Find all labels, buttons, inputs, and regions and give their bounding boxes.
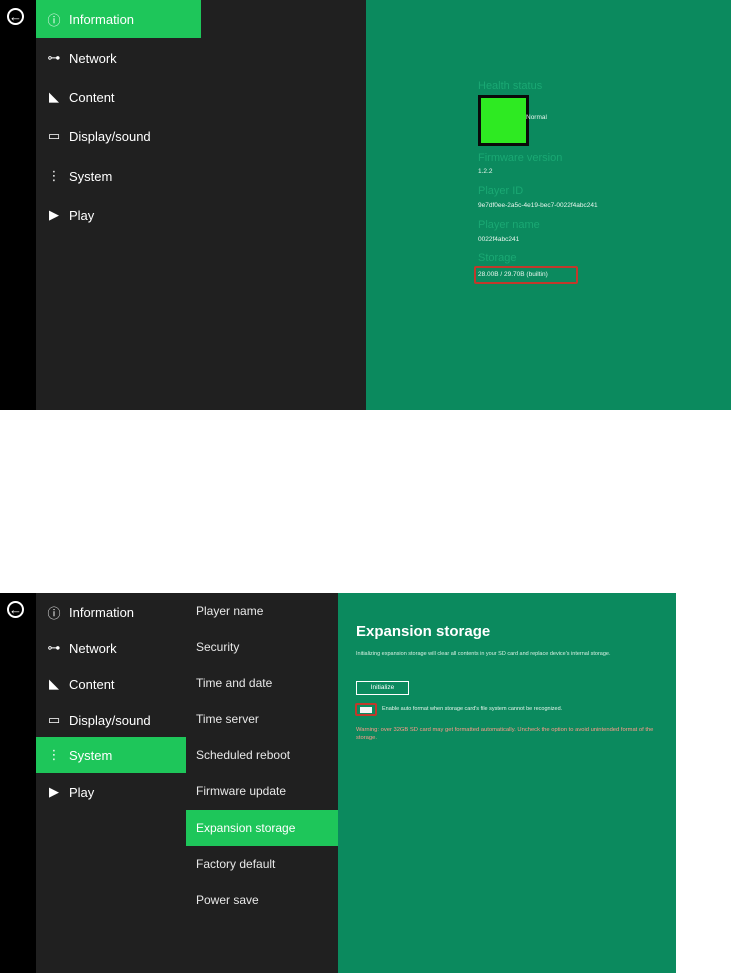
play-icon: ▶ (49, 784, 59, 799)
panel-title: Expansion storage (356, 623, 491, 640)
storage-value: 28.00B / 29.70B (builtin) (478, 271, 548, 278)
information-screen: ← ⓘ Information ⊶ Network ◣ Content ▭ Di… (0, 0, 731, 410)
menu-item-label: Content (69, 89, 115, 105)
system-submenu: Player name Security Time and date Time … (186, 593, 338, 973)
information-panel: Health status Normal Firmware version 1.… (366, 0, 731, 410)
submenu-item-expansion-storage[interactable]: Expansion storage (186, 810, 338, 846)
network-icon: ⊶ (47, 50, 61, 65)
submenu-item-scheduled-reboot[interactable]: Scheduled reboot (186, 737, 338, 773)
submenu-item-time-and-date[interactable]: Time and date (186, 665, 338, 701)
menu-item-label: System (69, 168, 113, 184)
back-arrow-icon[interactable]: ← (7, 601, 24, 618)
content-icon: ◣ (49, 89, 59, 104)
play-icon: ▶ (49, 207, 59, 222)
system-icon: ⋮ (47, 747, 61, 762)
back-bar: ← (0, 593, 36, 973)
menu-item-label: Information (69, 11, 135, 27)
info-icon: ⓘ (47, 605, 61, 621)
menu-item-content[interactable]: ◣ Content (36, 665, 201, 703)
expansion-description: Initializing expansion storage will clea… (356, 651, 611, 657)
back-arrow-icon[interactable]: ← (7, 8, 24, 25)
menu-item-display-sound[interactable]: ▭ Display/sound (36, 701, 201, 739)
health-status-value: Normal (526, 114, 547, 121)
menu-item-label: System (69, 747, 113, 763)
initialize-button[interactable]: Initialize (356, 681, 409, 695)
menu-item-content[interactable]: ◣ Content (36, 78, 201, 116)
submenu-item-power-save[interactable]: Power save (186, 882, 338, 918)
player-id-value: 9e7df0ee-2a5c-4e19-bec7-0022f4abc241 (478, 202, 598, 209)
display-icon: ▭ (47, 712, 61, 727)
menu-item-label: Network (69, 50, 117, 66)
display-icon: ▭ (47, 128, 61, 143)
menu-item-label: Play (69, 784, 95, 800)
menu-item-label: Information (69, 604, 135, 620)
menu-item-label: Play (69, 207, 95, 223)
submenu-item-firmware-update[interactable]: Firmware update (186, 773, 338, 809)
firmware-version-value: 1.2.2 (478, 168, 493, 175)
auto-format-toggle-label: Enable auto format when storage card's f… (382, 706, 563, 712)
menu-item-label: Display/sound (69, 712, 151, 728)
format-warning: Warning: over 32GB SD card may get forma… (356, 727, 654, 741)
menu-item-label: Display/sound (69, 128, 151, 144)
network-icon: ⊶ (47, 640, 61, 655)
menu-item-network[interactable]: ⊶ Network (36, 629, 201, 667)
menu-item-information[interactable]: ⓘ Information (36, 593, 201, 631)
menu-item-system[interactable]: ⋮ System (36, 157, 201, 195)
health-status-heading: Health status (478, 80, 543, 92)
menu-item-system[interactable]: ⋮ System (36, 737, 186, 773)
info-icon: ⓘ (47, 12, 61, 28)
submenu-item-player-name[interactable]: Player name (186, 593, 338, 629)
submenu-item-time-server[interactable]: Time server (186, 701, 338, 737)
menu-item-label: Content (69, 676, 115, 692)
auto-format-toggle[interactable] (355, 703, 377, 716)
player-name-heading: Player name (478, 219, 540, 231)
submenu-item-factory-default[interactable]: Factory default (186, 846, 338, 882)
player-id-heading: Player ID (478, 185, 524, 197)
content-icon: ◣ (49, 676, 59, 691)
back-bar: ← (0, 0, 36, 410)
player-name-value: 0022f4abc241 (478, 236, 520, 243)
expansion-storage-panel: Expansion storage Initializing expansion… (338, 593, 676, 973)
menu-item-play[interactable]: ▶ Play (36, 773, 201, 811)
storage-heading: Storage (478, 252, 517, 264)
health-status-indicator (478, 95, 529, 146)
system-icon: ⋮ (47, 168, 61, 183)
expansion-storage-screen: ← ⓘ Information ⊶ Network ◣ Content ▭ Di… (0, 593, 676, 973)
toggle-knob (360, 707, 372, 713)
firmware-version-heading: Firmware version (478, 152, 563, 164)
menu-item-information[interactable]: ⓘ Information (36, 0, 201, 38)
submenu-item-security[interactable]: Security (186, 629, 338, 665)
menu-item-label: Network (69, 640, 117, 656)
menu-item-play[interactable]: ▶ Play (36, 196, 201, 234)
menu-item-display-sound[interactable]: ▭ Display/sound (36, 117, 201, 155)
menu-item-network[interactable]: ⊶ Network (36, 39, 201, 77)
